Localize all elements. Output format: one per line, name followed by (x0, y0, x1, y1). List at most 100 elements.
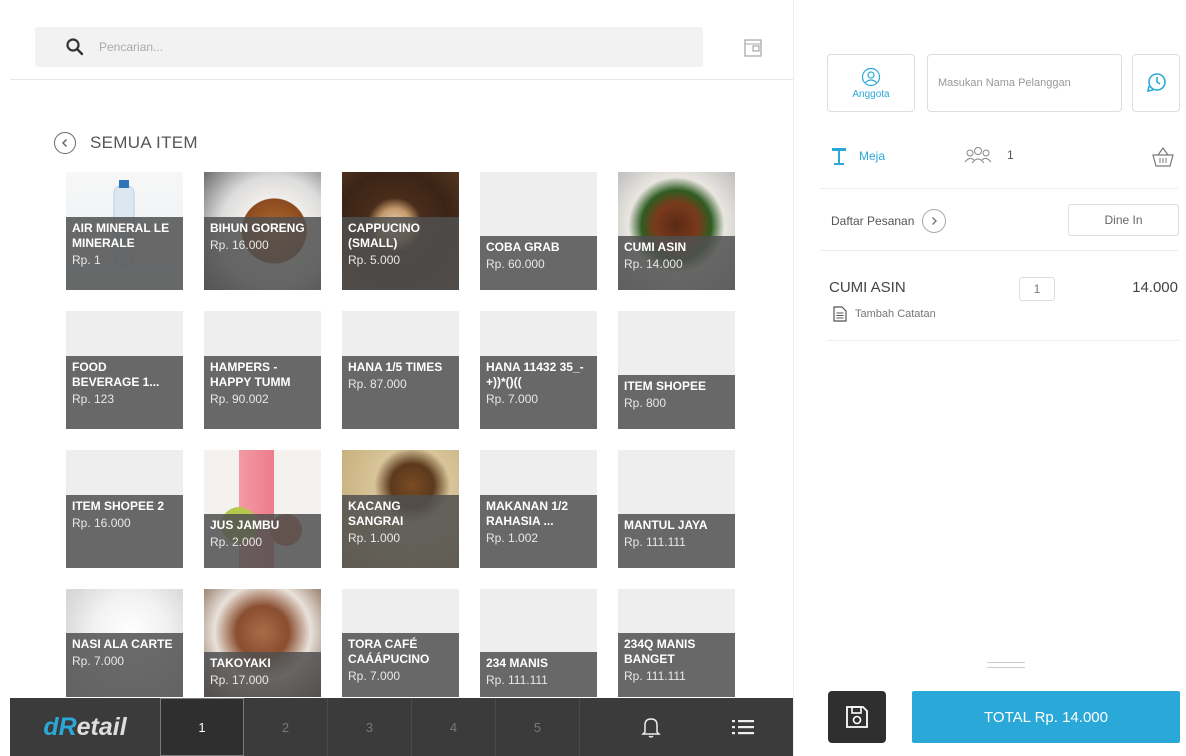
item-tile[interactable]: HAMPERS - HAPPY TUMM Rp. 90.002 (204, 311, 321, 429)
item-tile[interactable]: TAKOYAKI Rp. 17.000 (204, 589, 321, 697)
item-tile[interactable]: FOOD BEVERAGE 1... Rp. 123 (66, 311, 183, 429)
tab-2[interactable]: 2 (244, 698, 328, 756)
order-list-header[interactable]: Daftar Pesanan (831, 209, 947, 233)
logo-letter-r: R (58, 712, 77, 741)
item-name: ITEM SHOPEE 2 (72, 499, 165, 513)
basket-icon (1152, 146, 1174, 167)
tab-5[interactable]: 5 (496, 698, 580, 756)
item-price: Rp. 7.000 (486, 392, 539, 406)
item-tile[interactable]: CAPPUCINO (SMALL) Rp. 5.000 (342, 172, 459, 290)
logo-letter-d: d (43, 712, 59, 741)
table-icon (832, 148, 846, 165)
item-price: Rp. 14.000 (624, 257, 683, 271)
item-name: COBA GRAB (486, 240, 560, 254)
guest-count[interactable]: 1 (963, 146, 1014, 164)
catalog-panel: Pencarian... SEMUA ITEM AIR MINERAL LE M… (0, 0, 793, 756)
item-tile[interactable]: CUMI ASIN Rp. 14.000 (618, 172, 735, 290)
add-note-label: Tambah Catatan (855, 308, 936, 320)
tab-3[interactable]: 3 (328, 698, 412, 756)
item-tile[interactable]: TORA CAFÉ CAÁÁPUCINO Rp. 7.000 (342, 589, 459, 697)
item-price: Rp. 111.111 (624, 669, 686, 683)
item-tile[interactable]: 234 MANIS Rp. 111.111 (480, 589, 597, 697)
item-name: MANTUL JAYA (624, 518, 708, 532)
item-tile[interactable]: HANA 11432 35_-+))*()((Rp. 7.000 (480, 311, 597, 429)
table-row: Meja 1 (831, 146, 1181, 172)
item-tile[interactable]: MANTUL JAYA Rp. 111.111 (618, 450, 735, 568)
order-panel: Anggota Masukan Nama Pelanggan Meja 1 Da… (793, 0, 1186, 756)
basket-button[interactable] (1151, 146, 1175, 173)
customer-name-input[interactable]: Masukan Nama Pelanggan (927, 54, 1122, 112)
guests-icon (964, 147, 992, 164)
item-name: CAPPUCINO (SMALL) (348, 221, 421, 250)
total-pay-button[interactable]: TOTAL Rp. 14.000 (912, 691, 1180, 743)
item-name: HANA 1/5 TIMES (348, 360, 443, 374)
table-selector[interactable]: Meja (831, 146, 885, 166)
pos-screen: Pencarian... SEMUA ITEM AIR MINERAL LE M… (0, 0, 1186, 756)
search-bar[interactable]: Pencarian... (35, 27, 703, 67)
item-price: Rp. 5.000 (348, 253, 401, 267)
menu-button[interactable] (713, 698, 773, 756)
item-tile[interactable]: BIHUN GORENG Rp. 16.000 (204, 172, 321, 290)
customer-name-placeholder: Masukan Nama Pelanggan (938, 77, 1071, 89)
notification-button[interactable] (621, 698, 681, 756)
item-name: 234Q MANIS BANGET (624, 637, 696, 666)
table-label: Meja (859, 149, 886, 163)
scan-button[interactable] (740, 35, 766, 61)
item-price: Rp. 90.002 (210, 392, 269, 406)
tab-4[interactable]: 4 (412, 698, 496, 756)
order-line-qty[interactable]: 1 (1019, 277, 1055, 301)
item-price: Rp. 111.111 (486, 673, 548, 687)
item-tile[interactable]: ITEM SHOPEE Rp. 800 (618, 311, 735, 429)
order-line[interactable]: CUMI ASIN 1 14.000 Tambah Catatan (829, 276, 1181, 338)
item-name: KACANG SANGRAI (348, 499, 404, 528)
member-icon (861, 67, 881, 86)
add-note-button[interactable]: Tambah Catatan (833, 306, 936, 322)
category-title: SEMUA ITEM (90, 133, 198, 152)
item-name: ITEM SHOPEE (624, 379, 707, 393)
item-tile[interactable]: JUS JAMBU Rp. 2.000 (204, 450, 321, 568)
item-name: MAKANAN 1/2 RAHASIA ... (486, 499, 569, 528)
item-price: Rp. 16.000 (210, 238, 269, 252)
search-input[interactable]: Pencarian... (99, 40, 163, 54)
order-type-button[interactable]: Dine In (1068, 204, 1179, 236)
save-button[interactable] (828, 691, 886, 743)
item-price: Rp. 123 (72, 392, 115, 406)
item-name: TAKOYAKI (210, 656, 271, 670)
back-icon[interactable] (54, 132, 76, 154)
member-button[interactable]: Anggota (827, 54, 915, 112)
order-list-label: Daftar Pesanan (831, 214, 915, 228)
item-tile[interactable]: NASI ALA CARTE Rp. 7.000 (66, 589, 183, 697)
save-icon (846, 706, 868, 728)
item-price: Rp. 800 (624, 396, 667, 410)
item-price: Rp. 111.111 (624, 535, 686, 549)
item-tile[interactable]: ITEM SHOPEE 2 Rp. 16.000 (66, 450, 183, 568)
item-price: Rp. 87.000 (348, 377, 407, 391)
card-scan-icon (744, 39, 762, 57)
item-name: JUS JAMBU (210, 518, 280, 532)
chevron-right-icon[interactable] (922, 209, 947, 233)
category-header[interactable]: SEMUA ITEM (54, 132, 198, 154)
item-price: Rp. 17.000 (210, 673, 269, 687)
item-price: Rp. 1.002 (486, 531, 539, 545)
item-tile[interactable]: KACANG SANGRAI Rp. 1.000 (342, 450, 459, 568)
item-tile[interactable]: HANA 1/5 TIMES Rp. 87.000 (342, 311, 459, 429)
item-price: Rp. 1 (72, 253, 101, 267)
note-icon (833, 306, 847, 322)
item-price: Rp. 16.000 (72, 516, 131, 530)
divider (827, 340, 1179, 341)
item-name: TORA CAFÉ CAÁÁPUCINO (348, 637, 430, 666)
history-button[interactable] (1132, 54, 1180, 112)
item-tile[interactable]: COBA GRAB Rp. 60.000 (480, 172, 597, 290)
history-icon (1146, 73, 1166, 93)
item-price: Rp. 2.000 (210, 535, 263, 549)
item-name: CUMI ASIN (624, 240, 687, 254)
divider (820, 188, 1178, 189)
item-tile[interactable]: AIR MINERAL LE MINERALE Rp. 1 (66, 172, 183, 290)
member-label: Anggota (852, 88, 890, 100)
bell-icon (641, 718, 661, 738)
order-line-price: 14.000 (1132, 279, 1178, 296)
item-tile[interactable]: MAKANAN 1/2 RAHASIA ... Rp. 1.002 (480, 450, 597, 568)
drag-handle[interactable] (987, 662, 1025, 668)
tab-1[interactable]: 1 (160, 698, 244, 756)
item-tile[interactable]: 234Q MANIS BANGET Rp. 111.111 (618, 589, 735, 697)
